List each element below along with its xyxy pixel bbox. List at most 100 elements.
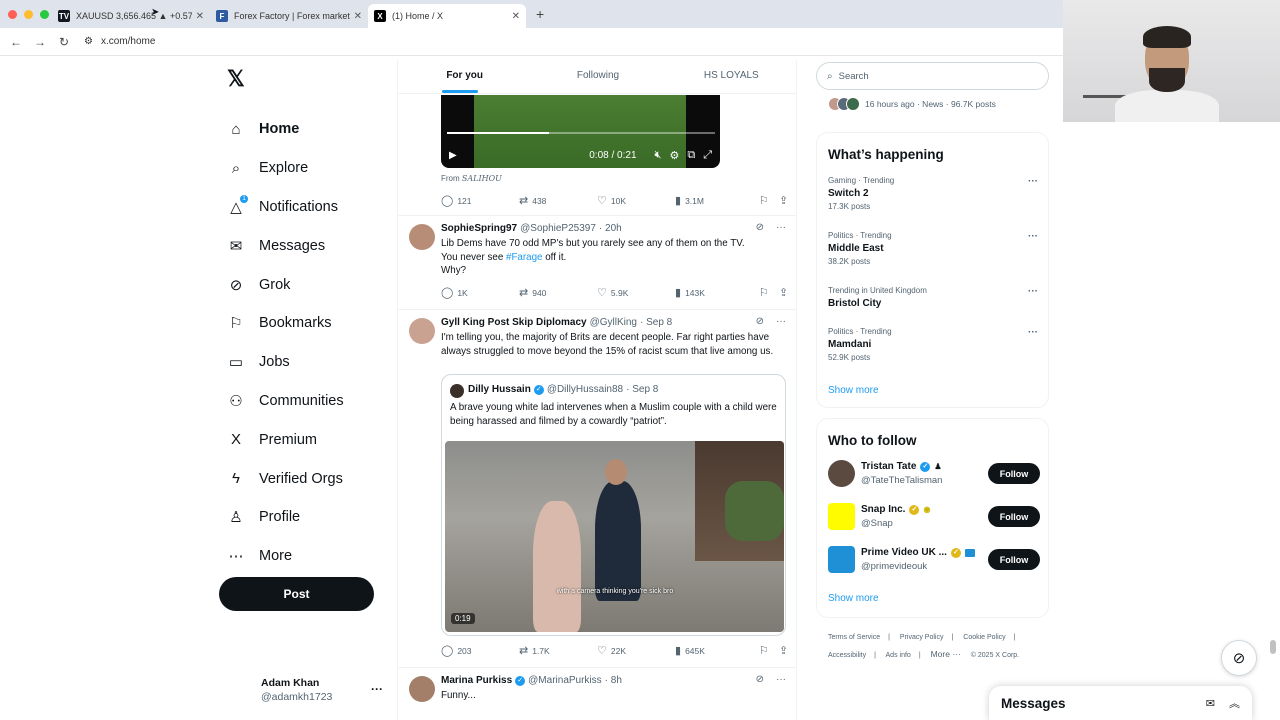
scrollbar[interactable] [1270,640,1276,654]
ads-info-link[interactable]: Ads info [886,652,911,659]
quoted-video[interactable]: with a camera thinking you're sick bro 0… [445,441,784,632]
close-icon[interactable]: ✕ [512,11,520,22]
repost-button[interactable]: ⇄ 1.7K [519,644,597,657]
tweet-time[interactable]: · 20h [599,223,622,234]
accessibility-link[interactable]: Accessibility [828,652,866,659]
views-button[interactable]: ▮ 645K [675,644,759,657]
close-icon[interactable]: ✕ [354,11,362,22]
post-button[interactable]: Post [219,577,374,611]
messages-drawer[interactable]: Messages ✉ ︽ [989,686,1252,720]
privacy-link[interactable]: Privacy Policy [900,634,944,641]
trend-item[interactable]: Gaming · Trending Switch 2 17.3K posts ·… [828,176,1038,211]
more-link[interactable]: More ··· [931,649,961,659]
news-item[interactable]: 16 hours ago · News · 96.7K posts [828,97,996,111]
share-button[interactable]: ⇪ [779,194,788,207]
url-field[interactable]: x.com/home [101,36,155,47]
trend-item[interactable]: Politics · Trending Mamdani 52.9K posts … [828,327,1038,362]
cookie-link[interactable]: Cookie Policy [963,634,1005,641]
avatar[interactable] [828,503,855,530]
more-icon[interactable]: ··· [371,682,383,696]
views-button[interactable]: ▮ 143K [675,286,759,299]
more-icon[interactable]: ··· [776,222,786,233]
bookmark-button[interactable]: ⚐ [759,644,779,657]
reply-button[interactable]: ◯ 1K [441,286,519,299]
browser-tab-x-home[interactable]: X (1) Home / X ✕ [368,4,526,28]
video-player[interactable]: ▶ 0:08 / 0:21 🔇︎ ⚙ ⧉ ⤢ [441,95,720,168]
follow-button[interactable]: Follow [988,549,1040,570]
tweet-time[interactable]: · 8h [605,675,622,686]
grok-icon[interactable]: ⊘ [756,222,764,233]
reply-button[interactable]: ◯ 121 [441,194,519,207]
new-message-icon[interactable]: ✉ [1206,697,1215,710]
author-name[interactable]: Marina Purkiss [441,675,512,686]
expand-icon[interactable]: ︽ [1229,695,1240,711]
grok-icon[interactable]: ⊘ [756,316,764,327]
more-icon[interactable]: ··· [1028,231,1038,242]
browser-tab-forexfactory[interactable]: F Forex Factory | Forex markets ✕ [210,4,368,28]
account-switcher[interactable]: Adam Khan @adamkh1723 [261,677,332,703]
show-more-link[interactable]: Show more [828,593,879,604]
tab-for-you[interactable]: For you [398,60,531,93]
avatar[interactable] [828,460,855,487]
more-icon[interactable]: ··· [1028,176,1038,187]
avatar[interactable] [828,546,855,573]
terms-link[interactable]: Terms of Service [828,634,880,641]
author-handle[interactable]: @MarinaPurkiss [528,675,602,686]
more-icon[interactable]: ··· [1028,286,1038,297]
tweet[interactable]: Marina Purkiss ✓ @MarinaPurkiss · 8h ⊘ ··… [398,667,796,720]
more-icon[interactable]: ··· [776,674,786,685]
search-input[interactable]: ⌕ Search [816,62,1049,90]
mute-icon[interactable]: 🔇︎ [655,149,662,162]
settings-icon[interactable]: ⚙ [669,149,679,162]
bookmark-button[interactable]: ⚐ [759,194,779,207]
nav-item-bookmarks[interactable]: ⚐ Bookmarks [227,304,389,343]
back-icon[interactable]: ← [4,35,28,49]
nav-item-more[interactable]: ⋯ More [227,537,389,576]
views-button[interactable]: ▮ 3.1M [675,194,759,207]
follow-suggestion[interactable]: Snap Inc. ✓ ◉ @Snap Follow [828,503,1040,533]
more-icon[interactable]: ··· [776,316,786,327]
hashtag-link[interactable]: #Farage [506,252,543,263]
follow-button[interactable]: Follow [988,463,1040,484]
nav-item-home[interactable]: ⌂ Home [227,110,389,149]
tweet[interactable]: SophieSpring97 @SophieP25397 · 20h ⊘ ··· … [398,215,796,309]
nav-item-premium[interactable]: X Premium [227,420,389,459]
nav-item-jobs[interactable]: ▭ Jobs [227,343,389,382]
nav-item-profile[interactable]: ♙ Profile [227,498,389,537]
grok-icon[interactable]: ⊘ [1221,640,1257,676]
tweet[interactable]: Gyll King Post Skip Diplomacy @GyllKing … [398,309,796,667]
avatar[interactable] [409,318,435,344]
avatar[interactable] [409,224,435,250]
trend-item[interactable]: Trending in United Kingdom Bristol City … [828,286,1038,312]
avatar[interactable] [409,676,435,702]
new-tab-button[interactable]: + [536,6,544,22]
repost-button[interactable]: ⇄ 438 [519,194,597,207]
author-name[interactable]: SophieSpring97 [441,223,517,234]
reload-icon[interactable]: ↻ [52,35,76,49]
like-button[interactable]: ♡ 5.9K [597,286,675,299]
nav-item-grok[interactable]: ⊘ Grok [227,265,389,304]
tweet-time[interactable]: · Sep 8 [640,317,672,328]
bookmark-button[interactable]: ⚐ [759,286,779,299]
nav-item-verified-orgs[interactable]: ϟ Verified Orgs [227,459,389,498]
repost-button[interactable]: ⇄ 940 [519,286,597,299]
share-button[interactable]: ⇪ [779,286,788,299]
browser-tab-xauusd[interactable]: TV XAUUSD 3,656.465 ▲ +0.57 ✕ [52,4,210,28]
close-window-button[interactable] [8,9,17,19]
quoted-tweet[interactable]: Dilly Hussain ✓ @DillyHussain88 · Sep 8 … [441,374,786,636]
follow-suggestion[interactable]: Prime Video UK ... ✓ @primevideouk Follow [828,546,1040,576]
nav-item-communities[interactable]: ⚇ Communities [227,382,389,421]
forward-icon[interactable]: → [28,35,52,49]
share-button[interactable]: ⇪ [779,644,788,657]
reply-button[interactable]: ◯ 203 [441,644,519,657]
show-more-link[interactable]: Show more [828,385,879,396]
author-name[interactable]: Gyll King Post Skip Diplomacy [441,317,587,328]
author-handle[interactable]: @GyllKing [590,317,637,328]
maximize-window-button[interactable] [40,9,49,19]
nav-item-explore[interactable]: ⌕ Explore [227,149,389,188]
fullscreen-icon[interactable]: ⤢ [703,149,712,162]
x-logo-icon[interactable]: 𝕏 [227,66,389,92]
like-button[interactable]: ♡ 22K [597,644,675,657]
follow-suggestion[interactable]: Tristan Tate ✓ ♟ @TateTheTalisman Follow [828,460,1040,490]
follow-button[interactable]: Follow [988,506,1040,527]
